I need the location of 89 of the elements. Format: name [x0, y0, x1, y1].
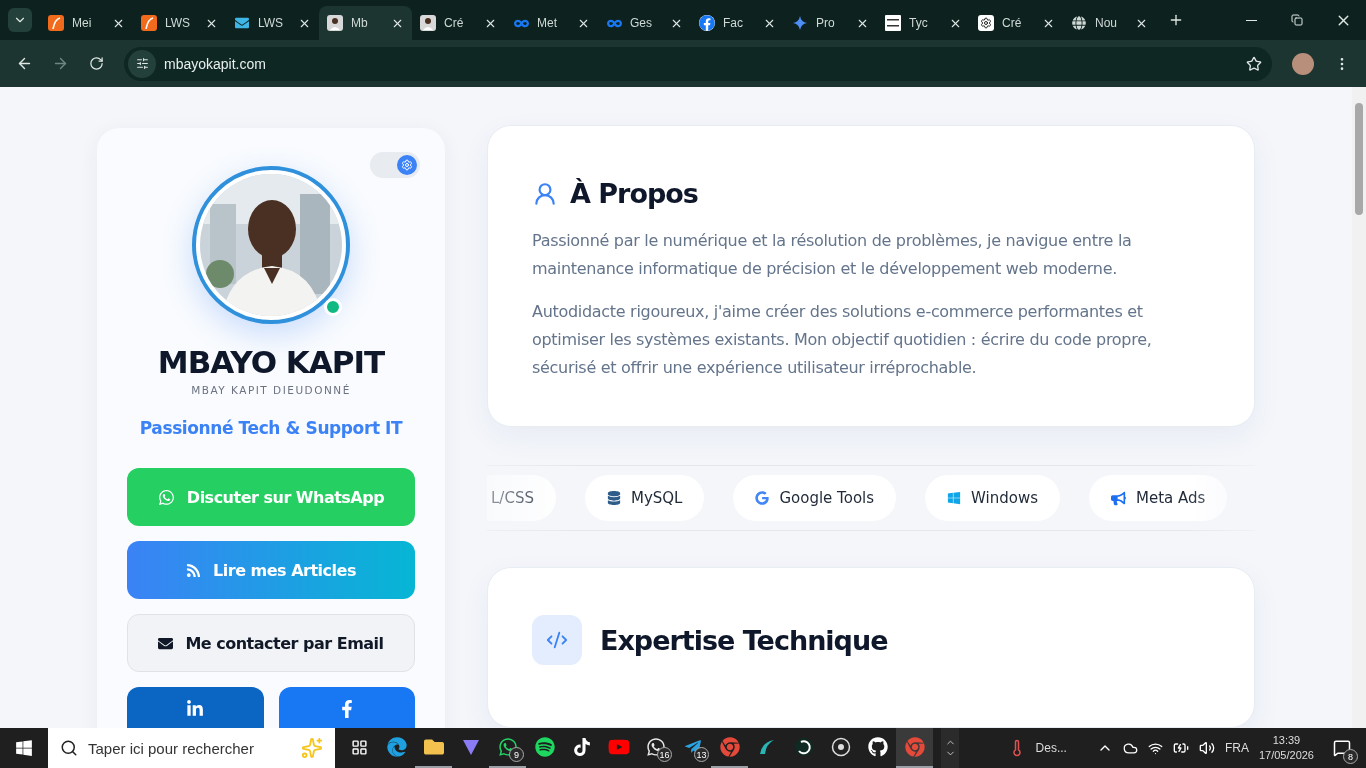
theme-toggle[interactable] [370, 152, 420, 178]
search-field[interactable]: Taper ici pour rechercher [48, 728, 335, 768]
in-icon [186, 699, 205, 718]
g-icon [755, 491, 770, 506]
count-badge: 13 [694, 747, 709, 762]
about-title: À Propos [570, 178, 698, 209]
portrait-icon [327, 15, 343, 31]
battery-icon[interactable] [1172, 740, 1189, 756]
clock-date[interactable]: 17/05/2026 [1258, 748, 1314, 763]
browser-tab[interactable]: LWS [133, 6, 226, 40]
browser-tab[interactable]: Fac [691, 6, 784, 40]
database-icon [606, 491, 621, 506]
task-view-icon [351, 738, 368, 756]
circle-waves-icon [534, 737, 555, 757]
profile-name: MBAYO KAPIT [157, 344, 385, 380]
browser-tab[interactable]: Ges [598, 6, 691, 40]
clock-time[interactable]: 13:39 [1272, 733, 1301, 748]
windows-icon [947, 491, 962, 506]
site-info-button[interactable] [128, 49, 156, 78]
sparkles-icon [301, 737, 323, 759]
f-circle-icon [699, 15, 715, 31]
browser-tab[interactable]: Mb [319, 6, 412, 40]
user-icon [532, 180, 558, 207]
code-laptop-icon [532, 615, 582, 666]
wifi-icon[interactable] [1147, 740, 1163, 756]
expertise-title: Expertise Technique [600, 624, 888, 656]
windows-icon [15, 739, 33, 757]
f-square-icon [48, 15, 64, 31]
browser-tab[interactable]: LWS [226, 6, 319, 40]
megaphone-icon [1111, 490, 1127, 506]
plus-icon [1168, 12, 1184, 28]
envelope-icon [158, 635, 174, 651]
profile-avatar[interactable] [1292, 52, 1314, 75]
browser-icon [904, 737, 925, 757]
email-button[interactable]: Me contacter par Email [127, 614, 415, 672]
about-paragraph: Passionné par le numérique et la résolution de problèmes, je navigue entre la maintenance informatique de précision et le développement web moderne. [532, 230, 1133, 280]
volume-icon[interactable] [1198, 740, 1215, 756]
taskbar-app-button[interactable]: 16 [637, 728, 674, 768]
cat-icon [867, 737, 888, 757]
square-icon [885, 15, 901, 31]
skill-tag: Google Tools [733, 475, 897, 522]
tab-search-button[interactable] [8, 8, 32, 32]
envelope-icon [234, 15, 250, 31]
sliders-icon [135, 57, 149, 70]
browser-tab[interactable]: Mei [40, 6, 133, 40]
weather-text[interactable]: Des... [1035, 741, 1067, 755]
facebook-button[interactable] [278, 687, 415, 728]
full-name: MBAY KAPIT DIEUDONNÉ [191, 384, 351, 396]
browser-tab[interactable]: Nou [1063, 6, 1156, 40]
browser-tab[interactable]: Cré [970, 6, 1063, 40]
skill-tag: Windows [925, 475, 1061, 522]
count-badge: 8 [1343, 749, 1358, 764]
f-square-icon [141, 15, 157, 31]
browser-tab[interactable]: Met [505, 6, 598, 40]
skill-tag: MySQL [584, 475, 705, 522]
rss-icon [186, 562, 202, 578]
aperture-icon [830, 737, 851, 757]
chat-bubble-icon [157, 488, 175, 506]
star-icon[interactable] [1246, 55, 1262, 72]
search-icon [60, 739, 78, 757]
cloud-icon[interactable] [1122, 740, 1138, 756]
arc-icon [793, 737, 814, 757]
reload-icon [88, 56, 104, 71]
browser-tab[interactable]: Pro [784, 6, 877, 40]
count-badge: 16 [657, 747, 672, 762]
browser-tab[interactable]: Tyc [877, 6, 970, 40]
browser-tab[interactable]: Cré [412, 6, 505, 40]
notifications-button[interactable]: 8 [1324, 728, 1360, 768]
folder-icon [423, 737, 444, 757]
address-bar[interactable]: mbayokapit.com [124, 46, 1272, 81]
note-icon [572, 738, 591, 756]
browser-icon [719, 737, 740, 757]
language-indicator[interactable]: FRA [1224, 741, 1249, 755]
skill-tag: Meta Ads [1089, 475, 1228, 522]
taskbar-app-button[interactable]: 13 [674, 728, 711, 768]
restore-icon [1291, 14, 1303, 26]
swirl-icon [386, 737, 407, 757]
about-paragraph: Autodidacte rigoureux, j'aime créer des solutions e-commerce performantes et optimiser les systèmes existants. Mon objectif quotidien : écrire du code propre, sécurisé et offrir une expérience utilisateur irréprochable. [532, 301, 1153, 379]
tagline: Passionné Tech & Support IT [139, 418, 403, 438]
triangle-icon [460, 737, 481, 757]
minimize-icon [1245, 19, 1257, 21]
portrait-icon [420, 15, 436, 31]
skill-tag: L/CSS [487, 475, 556, 522]
scrollbar[interactable] [1352, 87, 1366, 728]
linkedin-button[interactable] [127, 687, 264, 728]
globe-icon [1071, 15, 1087, 31]
taskbar-app-button[interactable]: 9 [489, 728, 526, 768]
sparkle-icon [792, 15, 808, 31]
count-badge: 9 [509, 747, 524, 762]
